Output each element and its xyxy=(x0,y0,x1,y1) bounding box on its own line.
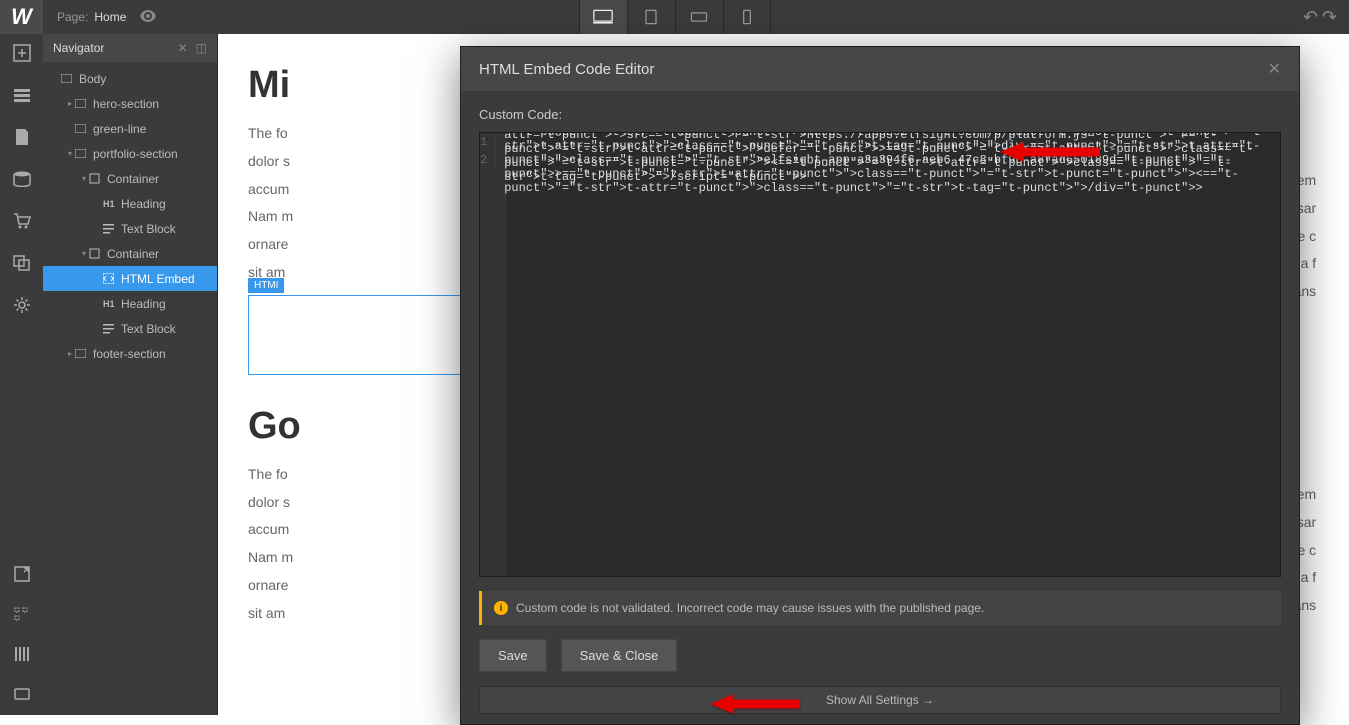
undo-icon[interactable]: ↶ xyxy=(1303,7,1318,28)
tree-item[interactable]: ▾portfolio-section xyxy=(43,141,217,166)
tree-item[interactable]: Body xyxy=(43,66,217,91)
export-icon[interactable] xyxy=(11,563,33,585)
device-tablet[interactable] xyxy=(627,0,675,34)
pages-icon[interactable] xyxy=(11,126,33,148)
grid-icon[interactable] xyxy=(11,643,33,665)
tree-item[interactable]: ▾Container xyxy=(43,166,217,191)
preview-icon[interactable] xyxy=(140,9,156,25)
page-name[interactable]: Home xyxy=(94,10,126,24)
custom-code-label: Custom Code: xyxy=(461,91,1299,132)
html-embed-modal: HTML Embed Code Editor ✕ Custom Code: 1=… xyxy=(460,46,1300,725)
topbar: W Page: Home ↶ ↷ xyxy=(0,0,1349,34)
add-element-icon[interactable] xyxy=(11,42,33,64)
tree-item[interactable]: ▾Container xyxy=(43,241,217,266)
device-desktop[interactable] xyxy=(579,0,627,34)
pin-icon[interactable]: ✕ xyxy=(178,41,188,55)
tree-item[interactable]: HTML Embed xyxy=(43,266,217,291)
settings-icon[interactable] xyxy=(11,294,33,316)
device-tablet-landscape[interactable] xyxy=(675,0,723,34)
assets-icon[interactable] xyxy=(11,252,33,274)
tree-item[interactable]: ▸hero-section xyxy=(43,91,217,116)
device-switcher xyxy=(579,0,771,34)
modal-header: HTML Embed Code Editor ✕ xyxy=(461,47,1299,91)
modal-title: HTML Embed Code Editor xyxy=(479,61,654,78)
code-editor[interactable]: 1=="t-punct">"="t-str">t-attr="t-punct">… xyxy=(479,132,1281,577)
cms-icon[interactable] xyxy=(11,168,33,190)
navigator-title: Navigator xyxy=(53,41,104,55)
navigator-panel: Navigator ✕ ◫ Body▸hero-sectiongreen-lin… xyxy=(43,34,218,715)
warning-bar: i Custom code is not validated. Incorrec… xyxy=(479,591,1281,625)
tree-item[interactable]: green-line xyxy=(43,116,217,141)
close-icon[interactable]: ✕ xyxy=(1268,59,1281,79)
tree-item[interactable]: H1Heading xyxy=(43,191,217,216)
show-all-settings[interactable]: Show All Settings → xyxy=(479,686,1281,714)
warning-text: Custom code is not validated. Incorrect … xyxy=(516,601,984,615)
ecommerce-icon[interactable] xyxy=(11,210,33,232)
device-mobile[interactable] xyxy=(723,0,771,34)
symbols-icon[interactable] xyxy=(11,84,33,106)
redo-icon[interactable]: ↷ xyxy=(1322,7,1337,28)
logo[interactable]: W xyxy=(0,0,43,34)
audit-icon[interactable] xyxy=(11,603,33,625)
save-button[interactable]: Save xyxy=(479,639,547,672)
navigator-header: Navigator ✕ ◫ xyxy=(43,34,217,62)
undo-redo-group: ↶ ↷ xyxy=(1303,7,1337,28)
tree-item[interactable]: Text Block xyxy=(43,216,217,241)
save-close-button[interactable]: Save & Close xyxy=(561,639,678,672)
help-icon[interactable] xyxy=(11,683,33,705)
tree-item[interactable]: H1Heading xyxy=(43,291,217,316)
left-rail xyxy=(0,34,43,715)
tree-item[interactable]: Text Block xyxy=(43,316,217,341)
warning-icon: i xyxy=(494,601,508,615)
element-tag: HTMI xyxy=(248,278,284,293)
navigator-tree: Body▸hero-sectiongreen-line▾portfolio-se… xyxy=(43,62,217,370)
tree-item[interactable]: ▸footer-section xyxy=(43,341,217,366)
collapse-icon[interactable]: ◫ xyxy=(196,41,207,55)
page-prefix-label: Page: xyxy=(57,10,88,24)
